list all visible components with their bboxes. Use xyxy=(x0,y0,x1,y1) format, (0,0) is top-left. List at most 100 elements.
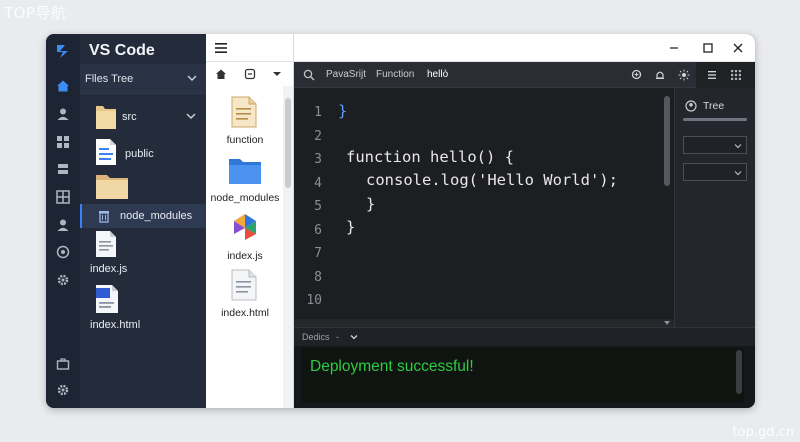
explorer-item-node-modules[interactable]: node_modules xyxy=(206,154,284,208)
right-panel-select[interactable] xyxy=(683,163,747,181)
main-area: PavaSrijt Function hellò 1 2 3 4 5 6 7 8… xyxy=(294,34,755,408)
sun-icon[interactable] xyxy=(676,67,692,83)
menu-icon[interactable] xyxy=(215,42,227,54)
document-icon xyxy=(231,96,257,128)
chevron-down-icon[interactable] xyxy=(186,72,198,84)
explorer-item-label: index.js xyxy=(227,250,263,262)
line-number: 6 xyxy=(314,223,322,238)
editor-scrollbar-thumb[interactable] xyxy=(664,96,670,186)
user-circle-icon[interactable] xyxy=(685,100,697,112)
line-number: 3 xyxy=(314,152,322,167)
right-panel-select[interactable] xyxy=(683,136,747,154)
trash-icon xyxy=(99,211,109,223)
explorer-item-index-html[interactable]: index.html xyxy=(206,269,284,323)
search-icon[interactable] xyxy=(303,69,315,81)
chevron-down-icon[interactable] xyxy=(734,142,742,150)
tree-item-node-modules[interactable]: node_modules xyxy=(80,204,206,228)
tree-item-label: node_modules xyxy=(120,210,193,222)
breadcrumb-item[interactable]: hellò xyxy=(427,69,448,80)
files-tree-title: Flles Tree xyxy=(85,73,134,85)
bottom-panel-tab-extra: - xyxy=(336,332,339,342)
gear-icon[interactable] xyxy=(55,382,71,398)
code-line: console.log('Hello World'); xyxy=(366,171,618,189)
chevron-down-icon[interactable] xyxy=(734,169,742,177)
file-icon xyxy=(96,139,116,165)
chevron-down-icon[interactable] xyxy=(186,111,196,121)
breadcrumb-item[interactable]: Function xyxy=(376,69,414,80)
line-number: 1 xyxy=(314,105,322,120)
tree-item-public[interactable]: public xyxy=(80,136,206,170)
explorer-scrollbar[interactable] xyxy=(283,86,293,408)
line-number-gutter: 1 2 3 4 5 6 7 8 10 12 xyxy=(294,88,330,319)
document-icon xyxy=(231,269,257,301)
terminal-output: Deployment successful! xyxy=(310,358,474,375)
code-editor[interactable]: 1 2 3 4 5 6 7 8 10 12 } function hello()… xyxy=(294,88,674,319)
settings-icon[interactable] xyxy=(55,272,71,288)
html-file-icon xyxy=(96,285,118,313)
folder-icon xyxy=(96,106,116,129)
chevron-down-icon[interactable] xyxy=(664,320,670,326)
chevron-down-icon[interactable] xyxy=(350,333,358,341)
explorer-panel: function node_modules index.js index.htm… xyxy=(206,34,294,408)
breadcrumb-item[interactable]: PavaSrijt xyxy=(326,69,366,80)
code-line: } xyxy=(346,218,356,236)
right-side-panel: Tree xyxy=(674,88,755,327)
briefcase-icon[interactable] xyxy=(55,356,71,372)
line-number: 10 xyxy=(306,293,322,308)
folder-icon xyxy=(229,159,261,184)
home-icon[interactable] xyxy=(215,68,227,80)
scrollbar-thumb[interactable] xyxy=(285,98,291,188)
bottom-panel: Dedics - Deployment successful! xyxy=(294,327,755,408)
js-logo-icon xyxy=(234,214,256,240)
app-logo-icon xyxy=(57,45,68,58)
tree-item-label: index.html xyxy=(90,319,141,331)
terminal-scrollbar[interactable] xyxy=(736,350,742,394)
grid-view-icon[interactable] xyxy=(728,67,744,83)
account-icon[interactable] xyxy=(55,217,71,233)
editor-horizontal-scrollbar[interactable] xyxy=(294,319,674,327)
explorer-toolbar xyxy=(206,62,294,86)
user-icon[interactable] xyxy=(55,106,71,122)
line-number: 2 xyxy=(314,129,322,144)
right-panel-divider xyxy=(683,118,747,121)
layers-icon[interactable] xyxy=(55,161,71,177)
line-number: 5 xyxy=(314,199,322,214)
tree-item-src[interactable]: src xyxy=(80,100,206,134)
bell-icon[interactable] xyxy=(652,67,668,83)
right-panel-title: Tree xyxy=(703,100,725,112)
files-tree-panel: VS Code Flles Tree src public node_modul… xyxy=(80,34,206,408)
bottom-panel-header: Dedics - xyxy=(294,328,755,346)
tree-item-label: index.js xyxy=(90,263,128,275)
explorer-item-function[interactable]: function xyxy=(206,96,284,150)
tree-item-label: public xyxy=(125,148,154,160)
view-toggle-group xyxy=(696,62,755,88)
new-file-icon[interactable] xyxy=(244,68,256,80)
maximize-icon[interactable] xyxy=(700,40,716,56)
editor-toolbar: PavaSrijt Function hellò xyxy=(294,62,755,88)
activity-bar xyxy=(46,34,80,408)
tree-item-index-html[interactable]: index.html xyxy=(80,284,206,334)
extensions-icon[interactable] xyxy=(55,134,71,150)
line-number: 8 xyxy=(314,270,322,285)
tree-item-folder[interactable] xyxy=(80,172,206,202)
grid-icon[interactable] xyxy=(55,189,71,205)
explorer-item-label: node_modules xyxy=(210,192,280,204)
terminal[interactable]: Deployment successful! xyxy=(302,348,744,403)
code-line: function hello() { xyxy=(346,148,514,166)
minimize-icon[interactable] xyxy=(666,40,682,56)
code-line: } xyxy=(338,102,348,120)
file-icon xyxy=(96,231,116,257)
explorer-item-label: index.html xyxy=(221,307,269,319)
git-icon[interactable] xyxy=(55,244,71,260)
close-icon[interactable] xyxy=(730,40,746,56)
zoom-icon[interactable] xyxy=(629,67,645,83)
bottom-panel-tab[interactable]: Dedics xyxy=(302,332,330,342)
chevron-down-icon[interactable] xyxy=(272,69,282,79)
list-view-icon[interactable] xyxy=(704,67,720,83)
explorer-item-label: function xyxy=(226,134,264,146)
files-tree-header[interactable]: Flles Tree xyxy=(80,64,206,94)
home-icon[interactable] xyxy=(55,78,71,94)
tree-item-index-js[interactable]: index.js xyxy=(80,230,206,278)
explorer-item-index-js[interactable]: index.js xyxy=(206,212,284,266)
tree-item-label: src xyxy=(122,111,137,123)
